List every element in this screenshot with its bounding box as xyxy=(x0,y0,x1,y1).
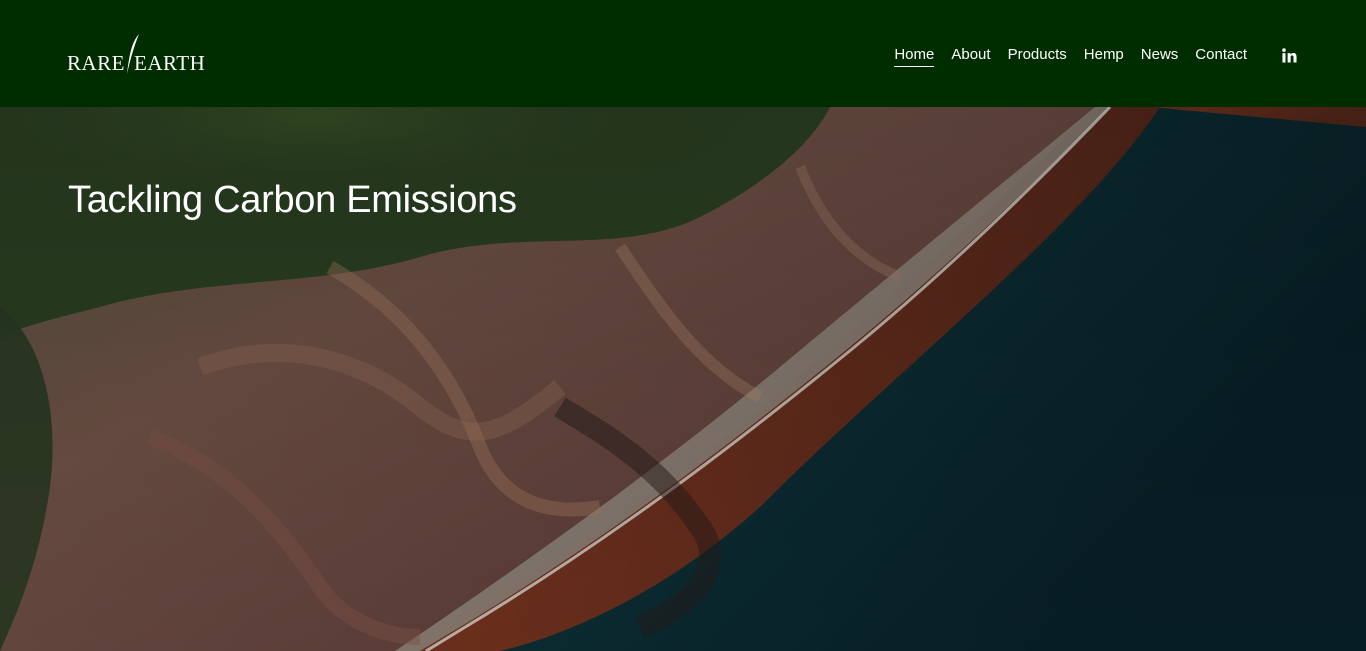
nav-about[interactable]: About xyxy=(951,44,990,66)
nav-products[interactable]: Products xyxy=(1008,44,1067,66)
nav-news[interactable]: News xyxy=(1141,44,1179,66)
nav-home[interactable]: Home xyxy=(894,44,935,67)
leaf-slash-icon xyxy=(127,34,139,74)
site-header: RARE EARTH Home About Products Hemp News … xyxy=(0,0,1366,107)
brand-logo[interactable]: RARE EARTH xyxy=(67,33,217,77)
hero-section: Tackling Carbon Emissions xyxy=(0,107,1366,651)
nav-contact[interactable]: Contact xyxy=(1195,44,1247,66)
main-nav: Home About Products Hemp News Contact xyxy=(894,43,1298,67)
hero-title: Tackling Carbon Emissions xyxy=(68,179,517,221)
nav-hemp[interactable]: Hemp xyxy=(1084,44,1124,66)
linkedin-icon[interactable] xyxy=(1280,46,1298,64)
